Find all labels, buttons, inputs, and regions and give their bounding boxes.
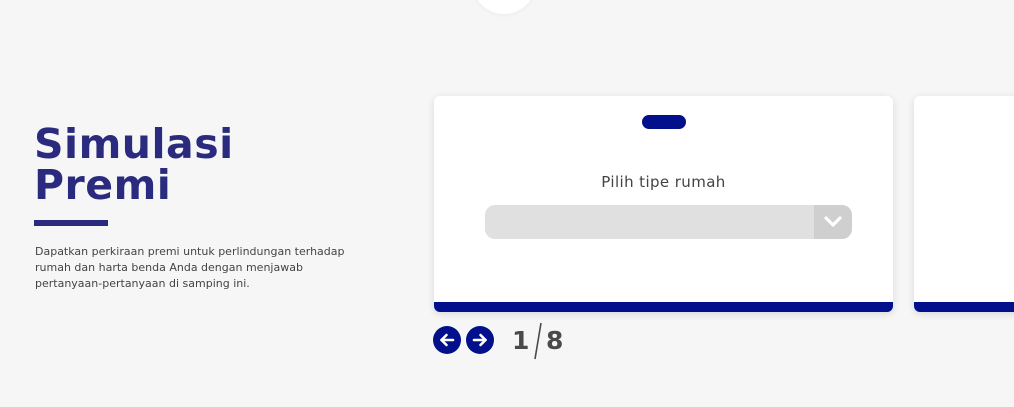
arrow-left-icon [440, 333, 455, 347]
question-card: Pilih tipe rumah [434, 96, 893, 312]
house-type-select[interactable] [485, 205, 852, 239]
next-question-card[interactable] [914, 96, 1014, 312]
prev-button[interactable] [433, 326, 461, 354]
page-current: 1 [512, 326, 530, 355]
next-button[interactable] [466, 326, 494, 354]
card-indicator [642, 115, 686, 129]
page-divider [534, 322, 542, 360]
intro-description: Dapatkan perkiraan premi untuk perlindun… [35, 245, 345, 290]
card-bottom-bar [914, 302, 1014, 312]
page-title: Simulasi Premi [34, 124, 234, 206]
top-step-circle [472, 0, 536, 14]
chevron-down-icon[interactable] [814, 205, 852, 239]
arrow-right-icon [472, 333, 487, 347]
title-underline [34, 220, 108, 226]
card-bottom-bar [434, 302, 893, 312]
title-line-1: Simulasi [34, 120, 234, 168]
page-total: 8 [546, 326, 564, 355]
question-label: Pilih tipe rumah [601, 173, 726, 191]
title-line-2: Premi [34, 161, 172, 209]
